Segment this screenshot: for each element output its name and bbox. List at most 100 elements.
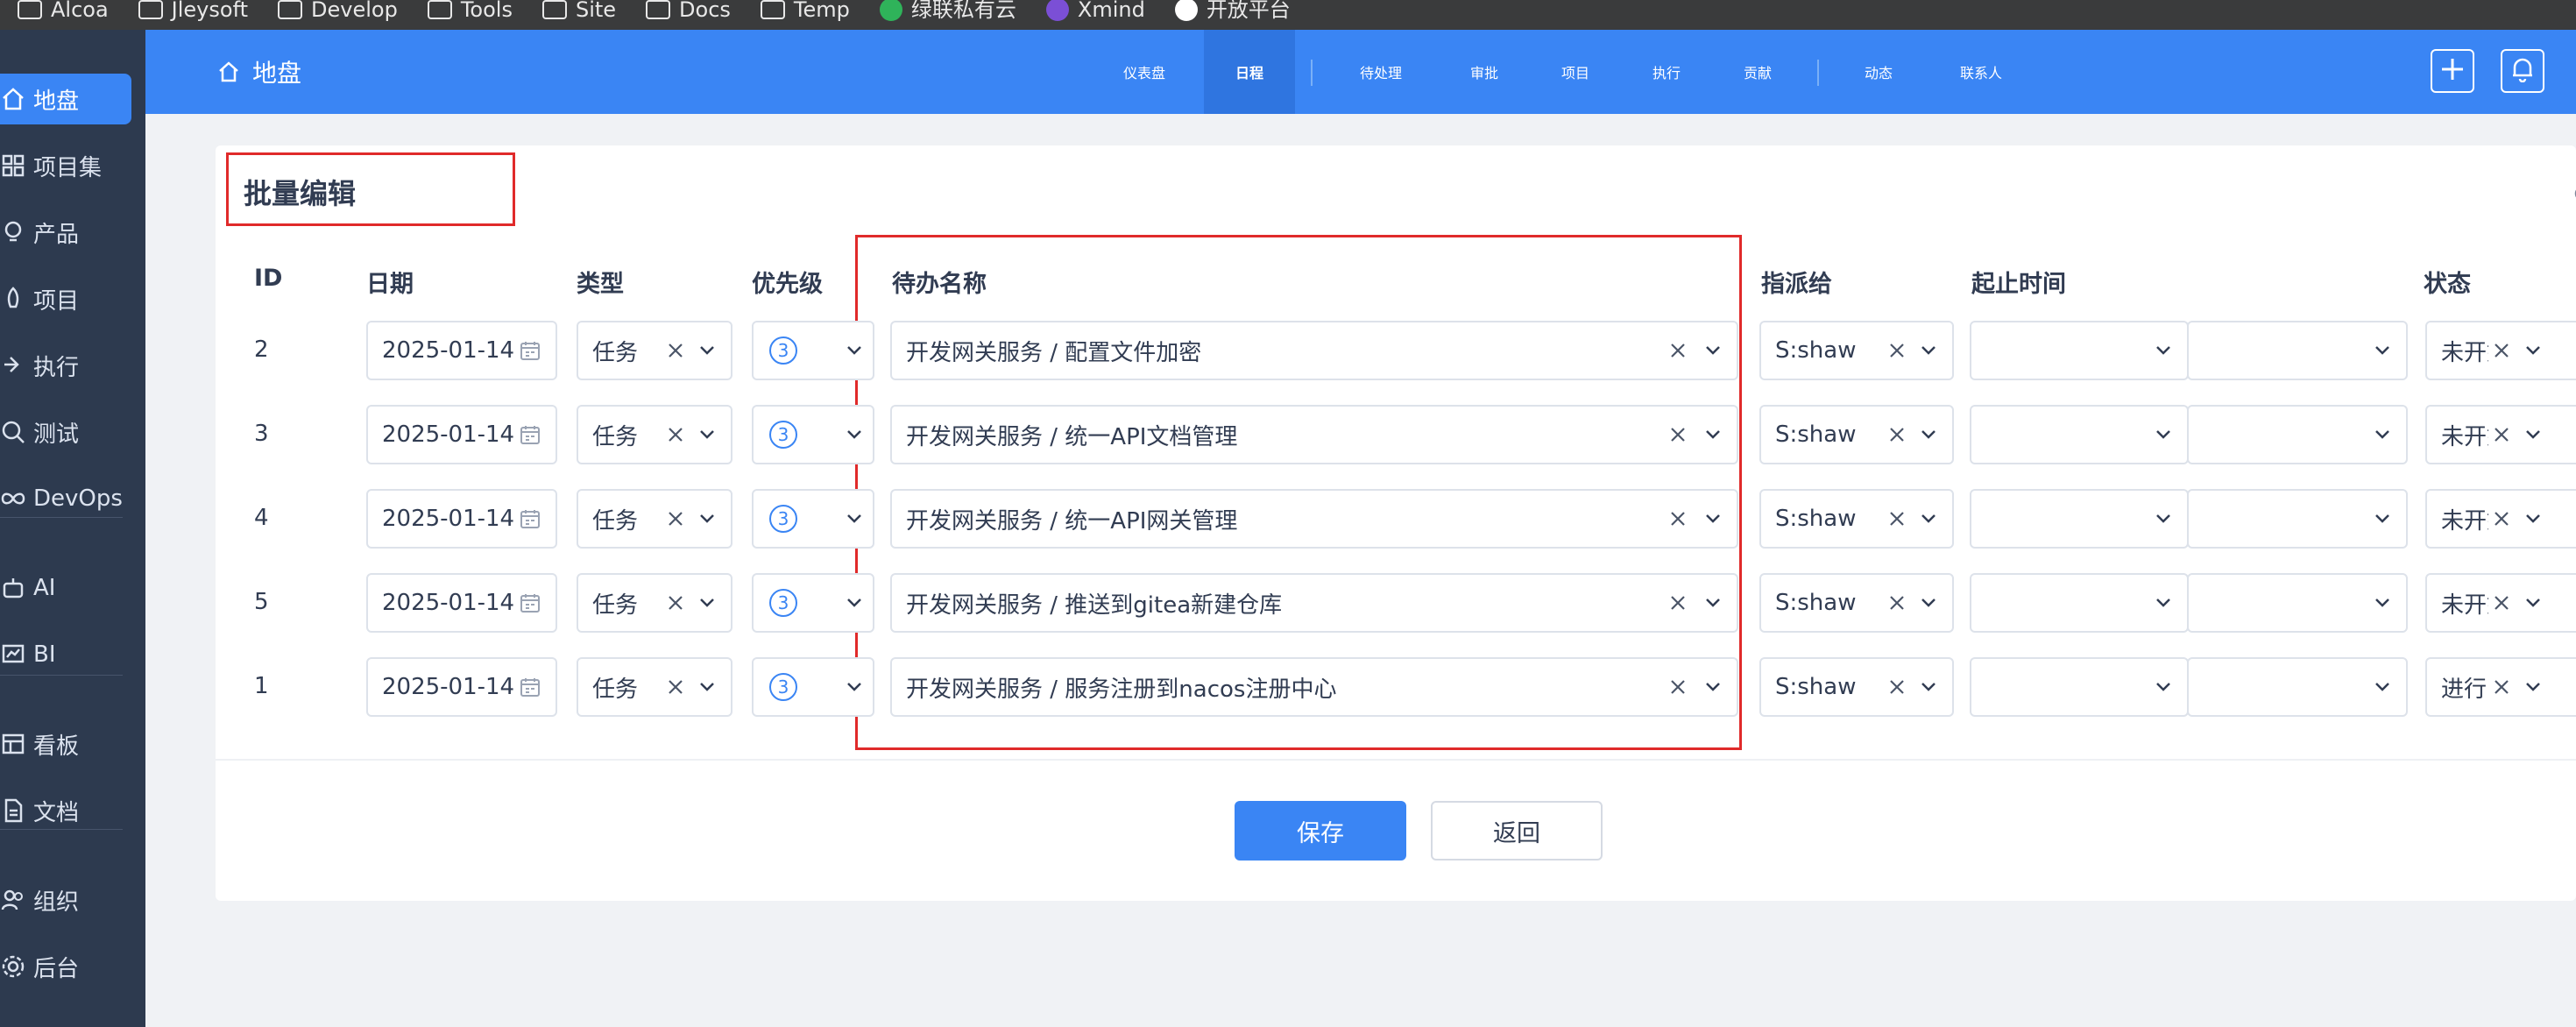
nav-item[interactable]: 待处理 bbox=[1337, 30, 1425, 114]
date-picker[interactable]: 2025-01-14 bbox=[366, 405, 557, 464]
save-button[interactable]: 保存 bbox=[1235, 801, 1406, 861]
status-select[interactable]: 未开始 bbox=[2425, 405, 2576, 464]
nav-item[interactable]: 贡献 bbox=[1723, 30, 1793, 114]
end-time-select[interactable] bbox=[2187, 405, 2408, 464]
type-select[interactable]: 任务 bbox=[577, 405, 732, 464]
bookmark-folder[interactable]: Docs bbox=[646, 0, 731, 23]
nav-item[interactable]: 联系人 bbox=[1933, 30, 2029, 114]
sidebar-item[interactable]: 后台 bbox=[0, 941, 131, 992]
home-breadcrumb[interactable]: 地盘 bbox=[216, 54, 301, 89]
settings-icon[interactable] bbox=[2567, 181, 2576, 207]
clear-icon[interactable] bbox=[2488, 506, 2515, 532]
sidebar-item[interactable]: 项目集 bbox=[0, 140, 131, 191]
chevron-down-icon[interactable] bbox=[841, 421, 867, 448]
nav-item[interactable]: 日程 bbox=[1204, 30, 1295, 114]
chevron-down-icon[interactable] bbox=[841, 337, 867, 364]
nav-item[interactable]: 审批 bbox=[1449, 30, 1519, 114]
calendar-icon[interactable] bbox=[517, 590, 543, 616]
nav-item[interactable]: 动态 bbox=[1844, 30, 1914, 114]
chevron-down-icon[interactable] bbox=[1700, 421, 1726, 448]
chevron-down-icon[interactable] bbox=[841, 674, 867, 700]
chevron-down-icon[interactable] bbox=[841, 506, 867, 532]
chevron-down-icon[interactable] bbox=[1915, 337, 1942, 364]
chevron-down-icon[interactable] bbox=[2150, 590, 2176, 616]
date-picker[interactable]: 2025-01-14 bbox=[366, 321, 557, 380]
chevron-down-icon[interactable] bbox=[2520, 421, 2546, 448]
calendar-icon[interactable] bbox=[517, 421, 543, 448]
clear-icon[interactable] bbox=[1884, 421, 1910, 448]
todo-name-select[interactable]: 开发网关服务 / 统一API文档管理 bbox=[890, 405, 1738, 464]
clear-icon[interactable] bbox=[662, 590, 689, 616]
nav-item[interactable]: 项目 bbox=[1540, 30, 1610, 114]
priority-select[interactable]: 3 bbox=[752, 405, 874, 464]
date-picker[interactable]: 2025-01-14 bbox=[366, 489, 557, 549]
clear-icon[interactable] bbox=[1665, 421, 1691, 448]
chevron-down-icon[interactable] bbox=[694, 590, 720, 616]
chevron-down-icon[interactable] bbox=[2369, 337, 2396, 364]
chevron-down-icon[interactable] bbox=[2369, 421, 2396, 448]
calendar-icon[interactable] bbox=[517, 337, 543, 364]
priority-select[interactable]: 3 bbox=[752, 321, 874, 380]
assignee-select[interactable]: S:shaw bbox=[1759, 405, 1954, 464]
chevron-down-icon[interactable] bbox=[2150, 674, 2176, 700]
type-select[interactable]: 任务 bbox=[577, 321, 732, 380]
priority-select[interactable]: 3 bbox=[752, 489, 874, 549]
sidebar-item[interactable]: 测试 bbox=[0, 407, 131, 457]
assignee-select[interactable]: S:shaw bbox=[1759, 489, 1954, 549]
chevron-down-icon[interactable] bbox=[694, 421, 720, 448]
chevron-down-icon[interactable] bbox=[2369, 506, 2396, 532]
clear-icon[interactable] bbox=[1665, 590, 1691, 616]
sidebar-item[interactable]: BI bbox=[0, 629, 131, 680]
clear-icon[interactable] bbox=[2488, 421, 2515, 448]
date-picker[interactable]: 2025-01-14 bbox=[366, 573, 557, 633]
priority-select[interactable]: 3 bbox=[752, 657, 874, 717]
bookmark-folder[interactable]: Develop bbox=[278, 0, 398, 23]
begin-time-select[interactable] bbox=[1970, 321, 2189, 380]
chevron-down-icon[interactable] bbox=[2520, 337, 2546, 364]
todo-name-select[interactable]: 开发网关服务 / 服务注册到nacos注册中心 bbox=[890, 657, 1738, 717]
add-button[interactable] bbox=[2431, 49, 2474, 93]
todo-name-select[interactable]: 开发网关服务 / 推送到gitea新建仓库 bbox=[890, 573, 1738, 633]
bookmark-link[interactable]: 绿联私有云 bbox=[879, 0, 1016, 23]
end-time-select[interactable] bbox=[2187, 489, 2408, 549]
calendar-icon[interactable] bbox=[517, 674, 543, 700]
clear-icon[interactable] bbox=[662, 506, 689, 532]
chevron-down-icon[interactable] bbox=[2369, 590, 2396, 616]
chevron-down-icon[interactable] bbox=[1700, 337, 1726, 364]
chevron-down-icon[interactable] bbox=[1915, 590, 1942, 616]
chevron-down-icon[interactable] bbox=[2369, 674, 2396, 700]
clear-icon[interactable] bbox=[662, 337, 689, 364]
chevron-down-icon[interactable] bbox=[1915, 674, 1942, 700]
chevron-down-icon[interactable] bbox=[2520, 506, 2546, 532]
chevron-down-icon[interactable] bbox=[694, 674, 720, 700]
sidebar-item[interactable]: AI bbox=[0, 563, 131, 613]
sidebar-item[interactable]: 看板 bbox=[0, 719, 131, 769]
end-time-select[interactable] bbox=[2187, 573, 2408, 633]
bookmark-link[interactable]: 开放平台 bbox=[1174, 0, 1291, 23]
date-picker[interactable]: 2025-01-14 bbox=[366, 657, 557, 717]
clear-icon[interactable] bbox=[1884, 506, 1910, 532]
clear-icon[interactable] bbox=[2488, 674, 2515, 700]
assignee-select[interactable]: S:shaw bbox=[1759, 321, 1954, 380]
type-select[interactable]: 任务 bbox=[577, 489, 732, 549]
clear-icon[interactable] bbox=[1884, 590, 1910, 616]
clear-icon[interactable] bbox=[2488, 590, 2515, 616]
chevron-down-icon[interactable] bbox=[694, 506, 720, 532]
end-time-select[interactable] bbox=[2187, 321, 2408, 380]
end-time-select[interactable] bbox=[2187, 657, 2408, 717]
chevron-down-icon[interactable] bbox=[1915, 421, 1942, 448]
todo-name-select[interactable]: 开发网关服务 / 配置文件加密 bbox=[890, 321, 1738, 380]
back-button[interactable]: 返回 bbox=[1431, 801, 1603, 861]
chevron-down-icon[interactable] bbox=[1700, 590, 1726, 616]
clear-icon[interactable] bbox=[1665, 337, 1691, 364]
begin-time-select[interactable] bbox=[1970, 657, 2189, 717]
nav-item[interactable]: 执行 bbox=[1631, 30, 1702, 114]
sidebar-item[interactable]: 地盘 bbox=[0, 74, 131, 124]
priority-select[interactable]: 3 bbox=[752, 573, 874, 633]
chevron-down-icon[interactable] bbox=[841, 590, 867, 616]
chevron-down-icon[interactable] bbox=[694, 337, 720, 364]
chevron-down-icon[interactable] bbox=[2520, 590, 2546, 616]
chevron-down-icon[interactable] bbox=[2150, 506, 2176, 532]
chevron-down-icon[interactable] bbox=[2150, 337, 2176, 364]
status-select[interactable]: 未开始 bbox=[2425, 321, 2576, 380]
